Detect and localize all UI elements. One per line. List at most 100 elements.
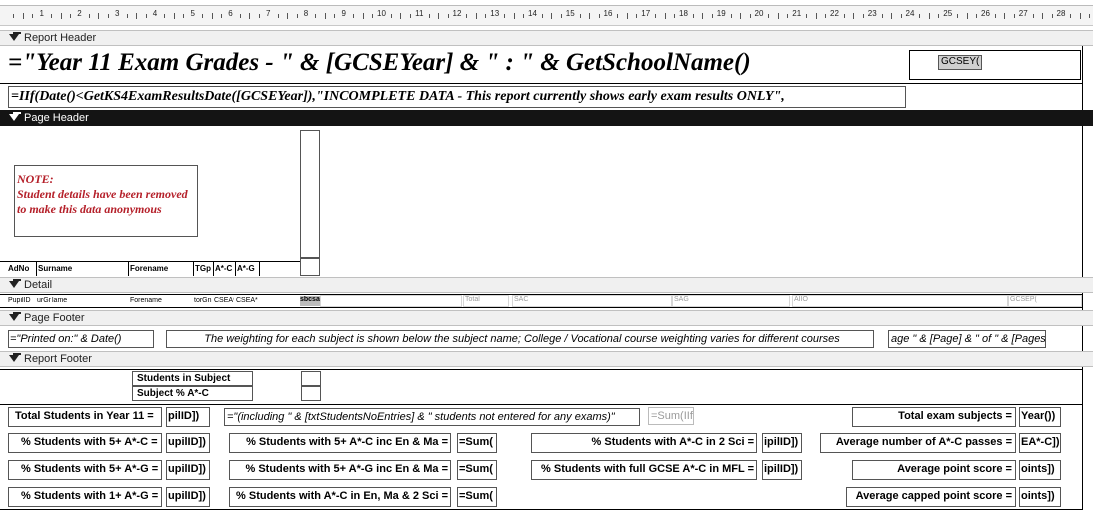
avg-ac-passes-value[interactable]: EA*-C]): [1019, 433, 1061, 453]
detail-bar[interactable]: Detail: [0, 277, 1093, 293]
page-footer-bar[interactable]: Page Footer: [0, 310, 1093, 326]
ruler-tick: [560, 14, 562, 18]
col-ac[interactable]: A*-C: [215, 264, 235, 273]
ruler-number: 18: [679, 9, 688, 18]
ruler-tick: [60, 13, 62, 19]
page-header-bar[interactable]: Page Header: [0, 110, 1093, 126]
pct-5ag-enma-label[interactable]: % Students with 5+ A*-G inc En & Ma =: [229, 460, 451, 480]
col-forename[interactable]: Forename: [130, 264, 192, 273]
pct-5ac-enma-value[interactable]: =Sum(: [457, 433, 497, 453]
total-exam-subjects-label[interactable]: Total exam subjects =: [852, 407, 1016, 427]
gcse-year-field[interactable]: GCSEY(: [938, 55, 982, 70]
detail-surname-code[interactable]: urGn: [37, 297, 51, 304]
avg-point-value[interactable]: oints]): [1019, 460, 1061, 480]
subject-pct-ac-label[interactable]: Subject % A*-C: [132, 386, 253, 401]
ruler-tick: [126, 14, 128, 18]
pct-ac-enma2sci-value[interactable]: =Sum(: [457, 487, 497, 507]
detail-pupil-id[interactable]: PupilID: [8, 297, 34, 304]
pct-5ac-value[interactable]: upilID]): [166, 433, 210, 453]
detail-forename[interactable]: Forename: [130, 297, 190, 304]
ruler-tick: [1089, 14, 1091, 18]
avg-point-label[interactable]: Average point score =: [852, 460, 1016, 480]
report-footer-bar[interactable]: Report Footer: [0, 351, 1093, 367]
detail-gcse-ac[interactable]: CSEA*: [214, 297, 234, 304]
sum-iif-field[interactable]: =Sum(IIf(: [648, 407, 694, 425]
col-surname[interactable]: Surname: [38, 264, 128, 273]
report-header-bar[interactable]: Report Header: [0, 30, 1093, 46]
detail-aio[interactable]: AIIO: [792, 295, 1008, 307]
including-formula-field[interactable]: ="(including " & [txtStudentsNoEntries] …: [224, 408, 640, 426]
students-in-subject-value[interactable]: [301, 371, 321, 386]
subject-header-cell[interactable]: [300, 258, 320, 276]
total-students-label[interactable]: Total Students in Year 11 =: [8, 407, 162, 427]
ruler-tick: [466, 14, 468, 18]
students-in-subject-label[interactable]: Students in Subject: [132, 371, 253, 386]
col-sep: [259, 261, 260, 276]
printed-on-field[interactable]: ="Printed on:" & Date(): [8, 330, 154, 348]
ruler-tick: [258, 14, 260, 18]
ruler-tick: [900, 14, 902, 18]
pct-1ag-label[interactable]: % Students with 1+ A*-G =: [8, 487, 162, 507]
col-adno[interactable]: AdNo: [8, 264, 36, 273]
ruler-tick: [740, 13, 742, 19]
pct-5ag-enma-value[interactable]: =Sum(: [457, 460, 497, 480]
incomplete-data-field[interactable]: =IIf(Date()<GetKS4ExamResultsDate([GCSEY…: [8, 86, 906, 108]
ruler-number: 1: [39, 9, 44, 18]
detail-gcsep[interactable]: GCSEP(: [1008, 295, 1082, 307]
ruler-number: 26: [981, 9, 990, 18]
total-students-value[interactable]: pilID]): [166, 407, 210, 427]
ruler-tick: [183, 14, 185, 18]
ruler-tick: [296, 14, 298, 18]
anonymous-note-box[interactable]: NOTE: Student details have been removed …: [14, 165, 198, 237]
col-ag[interactable]: A*-G: [237, 264, 259, 273]
pct-1ag-value[interactable]: upilID]): [166, 487, 210, 507]
ruler-number: 13: [490, 9, 500, 18]
detail-sag[interactable]: SAG: [672, 295, 790, 307]
pct-full-gcse-mfl-value[interactable]: ipilID]): [762, 460, 802, 480]
avg-ac-passes-label[interactable]: Average number of A*-C passes =: [820, 433, 1016, 453]
detail-spacer-field[interactable]: [320, 295, 462, 307]
col-tgp[interactable]: TGp: [195, 264, 213, 273]
column-header-top-line: [0, 261, 300, 262]
vertical-subject-header[interactable]: [300, 130, 320, 258]
pct-ac-2sci-label[interactable]: % Students with A*-C in 2 Sci =: [531, 433, 757, 453]
ruler-tick: [277, 14, 279, 18]
detail-subject-grade[interactable]: sbcsa: [300, 296, 320, 306]
ruler-number: 17: [641, 9, 651, 18]
ruler-tick: [173, 13, 175, 19]
pct-5ag-value[interactable]: upilID]): [166, 460, 210, 480]
detail-gcse-ag[interactable]: CSEA*: [236, 297, 258, 304]
ruler-tick: [504, 14, 506, 18]
detail-sac[interactable]: SAC: [512, 295, 672, 307]
weighting-note-field[interactable]: The weighting for each subject is shown …: [166, 330, 874, 348]
detail-surname[interactable]: lame: [52, 297, 122, 304]
pct-5ac-label[interactable]: % Students with 5+ A*-C =: [8, 433, 162, 453]
avg-capped-value[interactable]: oints]): [1019, 487, 1061, 507]
ruler-tick: [221, 14, 223, 18]
horizontal-ruler[interactable]: 1 2 3 4 5 6 7 8 9 10 11 12 13 14 15 16 17 18 19 20 21 22 23 24 2…: [0, 0, 1093, 26]
pct-5ac-enma-label[interactable]: % Students with 5+ A*-C inc En & Ma =: [229, 433, 451, 453]
ruler-tick: [664, 13, 666, 19]
ruler-tick: [674, 14, 676, 18]
avg-capped-label[interactable]: Average capped point score =: [846, 487, 1016, 507]
page-number-field[interactable]: age " & [Page] & " of " & [Pages]: [888, 330, 1046, 348]
ruler-number: 22: [830, 9, 839, 18]
pct-ac-enma2sci-label[interactable]: % Students with A*-C in En, Ma & 2 Sci =: [229, 487, 451, 507]
ruler-tick: [88, 14, 90, 18]
pct-5ag-label[interactable]: % Students with 5+ A*-G =: [8, 460, 162, 480]
ruler-tick: [806, 14, 808, 18]
ruler-tick: [862, 14, 864, 18]
pct-full-gcse-mfl-label[interactable]: % Students with full GCSE A*-C in MFL =: [531, 460, 757, 480]
total-exam-subjects-value[interactable]: Year()): [1019, 407, 1061, 427]
subject-pct-ac-value[interactable]: [301, 386, 321, 401]
section-marker-icon: [9, 112, 21, 121]
ruler-number: 4: [152, 9, 158, 18]
ruler-tick: [98, 13, 100, 19]
ruler-number: 20: [754, 9, 764, 18]
ruler-number: 2: [77, 9, 82, 18]
detail-tutor-group[interactable]: torGn: [194, 297, 212, 304]
report-title-field[interactable]: ="Year 11 Exam Grades - " & [GCSEYear] &…: [8, 49, 898, 81]
detail-total[interactable]: Total: [463, 295, 509, 307]
col-sep: [193, 261, 194, 276]
pct-ac-2sci-value[interactable]: ipilID]): [762, 433, 802, 453]
